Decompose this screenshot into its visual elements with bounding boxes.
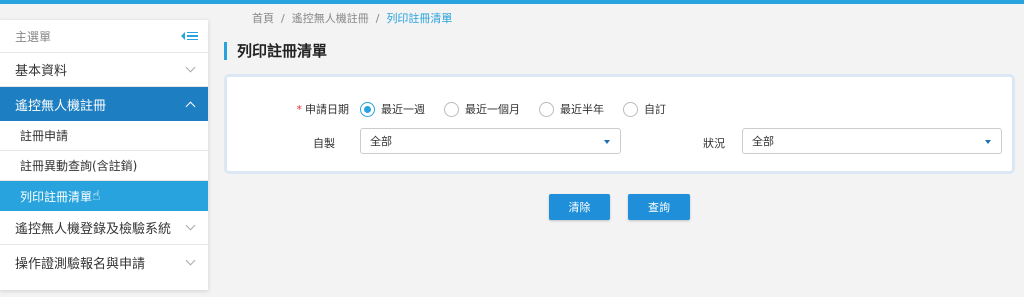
sidebar-menu: 主選單 基本資料 遙控無人機註冊 註冊申請 註冊異動查詢(含註銷) 列印註冊清單… <box>0 20 208 290</box>
chevron-down-icon <box>185 220 196 231</box>
radio-label: 最近一週 <box>381 103 425 116</box>
chevron-up-icon <box>185 101 196 111</box>
breadcrumb-home[interactable]: 首頁 <box>252 10 274 26</box>
sidebar-subitem-registration-apply[interactable]: 註冊申請 <box>0 121 208 151</box>
sidebar-item-operator-exam[interactable]: 操作證測驗報名與申請 <box>0 245 208 279</box>
radio-label: 最近半年 <box>560 103 604 116</box>
sidebar-item-drone-inspection[interactable]: 遙控無人機登錄及檢驗系統 <box>0 211 208 245</box>
sidebar-subitem-label: 註冊異動查詢(含註銷) <box>20 159 138 173</box>
radio-last-half-year[interactable]: 最近半年 <box>539 101 604 117</box>
sidebar-item-basic-info[interactable]: 基本資料 <box>0 53 208 87</box>
breadcrumb-current: 列印註冊清單 <box>386 12 453 25</box>
radio-dot <box>444 101 459 117</box>
radio-last-month[interactable]: 最近一個月 <box>444 101 520 117</box>
date-filter-row: * 申請日期 最近一週 最近一個月 最近半年 自訂 <box>227 99 685 119</box>
radio-last-week[interactable]: 最近一週 <box>360 101 425 117</box>
chevron-down-icon <box>185 255 196 265</box>
radio-label: 最近一個月 <box>465 103 520 116</box>
radio-label: 自訂 <box>644 103 666 116</box>
date-label: 申請日期 <box>305 103 349 116</box>
sidebar-item-label: 遙控無人機登錄及檢驗系統 <box>15 222 172 237</box>
breadcrumb-separator: / <box>281 11 285 25</box>
required-mark: * <box>296 103 303 116</box>
sidebar-item-label: 基本資料 <box>15 64 68 79</box>
breadcrumb-separator: / <box>375 11 380 25</box>
dropdown-caret-icon <box>604 140 610 144</box>
sidebar-subitem-print-list[interactable]: 列印註冊清單 ☝ <box>0 181 208 211</box>
status-select[interactable]: 全部 <box>742 128 1002 154</box>
sidebar-item-drone-registration[interactable]: 遙控無人機註冊 <box>0 87 208 121</box>
self-made-select[interactable]: 全部 <box>360 128 621 154</box>
date-label-wrap: * 申請日期 <box>227 101 350 117</box>
radio-dot <box>623 101 638 117</box>
hand-cursor-icon: ☝ <box>92 188 101 204</box>
dropdown-caret-icon <box>985 140 991 144</box>
menu-title: 主選單 <box>15 29 52 44</box>
date-radio-group: 最近一週 最近一個月 最近半年 自訂 <box>360 101 685 117</box>
sidebar-item-label: 操作證測驗報名與申請 <box>15 256 146 272</box>
status-label: 狀況 <box>703 137 725 150</box>
chevron-down-icon <box>185 62 196 73</box>
sidebar-subitem-label: 註冊申請 <box>20 129 69 143</box>
search-panel: * 申請日期 最近一週 最近一個月 最近半年 自訂 自製 全部 狀況 全部 <box>224 74 1015 174</box>
search-button[interactable]: 查詢 <box>628 194 690 220</box>
status-value: 全部 <box>752 135 774 148</box>
self-made-value: 全部 <box>370 135 392 148</box>
sidebar-item-label: 遙控無人機註冊 <box>15 98 107 114</box>
top-accent-bar <box>0 0 1024 4</box>
collapse-menu-icon[interactable] <box>181 31 198 41</box>
page-title: 列印註冊清單 <box>224 42 327 60</box>
menu-header: 主選單 <box>0 20 208 53</box>
radio-dot <box>360 101 375 117</box>
self-made-label: 自製 <box>313 137 335 150</box>
clear-button[interactable]: 清除 <box>549 194 610 220</box>
radio-custom[interactable]: 自訂 <box>623 101 666 117</box>
radio-dot <box>539 101 554 117</box>
sidebar-subitem-label: 列印註冊清單 <box>20 189 93 204</box>
sidebar-subitem-change-query[interactable]: 註冊異動查詢(含註銷) <box>0 151 208 181</box>
breadcrumb: 首頁 / 遙控無人機註冊 / 列印註冊清單 <box>252 10 452 26</box>
breadcrumb-drone-registration[interactable]: 遙控無人機註冊 <box>292 10 369 26</box>
